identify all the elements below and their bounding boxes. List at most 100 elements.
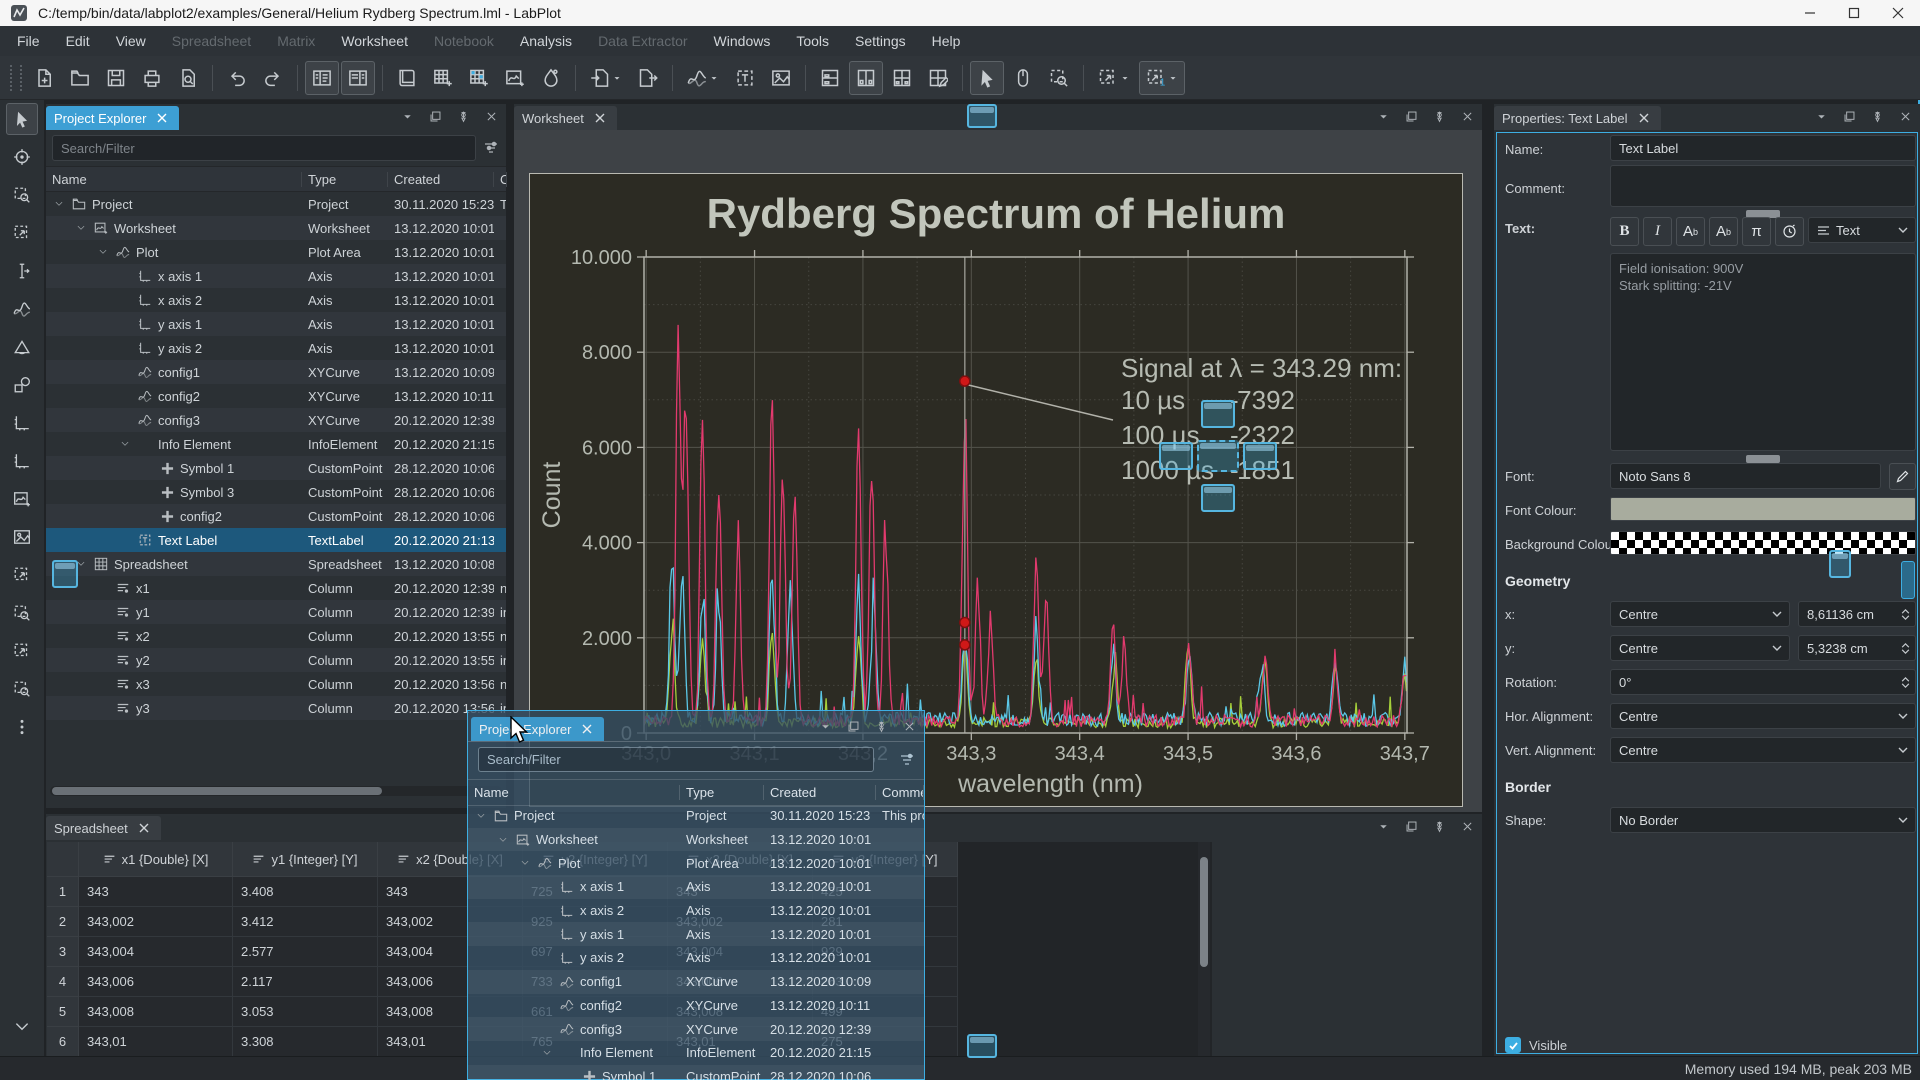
resize-grip[interactable] [1746, 455, 1780, 463]
tree-row-config2[interactable]: config2XYCurve13.12.2020 10:11 [46, 384, 506, 408]
add-curve-tool-button[interactable] [6, 293, 38, 325]
save-project-button[interactable] [99, 61, 133, 95]
dock-close-icon[interactable] [482, 107, 500, 125]
subscript-button[interactable]: Ab [1709, 217, 1738, 246]
row-number[interactable]: 6 [47, 1027, 79, 1057]
menu-settings[interactable]: Settings [842, 26, 919, 56]
navigate-button[interactable] [1006, 61, 1040, 95]
column-header-name[interactable]: Name [46, 172, 302, 187]
tree-row-x-axis-2[interactable]: x axis 2Axis13.12.2020 10:01 [46, 288, 506, 312]
crosshair-tool-button[interactable] [6, 141, 38, 173]
tree-row-y-axis-2[interactable]: y axis 2Axis13.12.2020 10:01 [468, 946, 924, 970]
add-region-tool-button[interactable] [6, 217, 38, 249]
filter-options-icon[interactable] [482, 139, 500, 157]
hor-alignment-select[interactable]: Centre [1610, 703, 1916, 729]
dock-menu-icon[interactable] [816, 717, 834, 735]
dock-menu-icon[interactable] [1374, 817, 1392, 835]
tree-row-config3[interactable]: config3XYCurve20.12.2020 12:39 [468, 1017, 924, 1041]
y-value-spinbox[interactable]: 5,3238 cm [1798, 635, 1916, 661]
tree-row-worksheet[interactable]: WorksheetWorksheet13.12.2020 10:01 [46, 216, 506, 240]
tree-header[interactable]: NameTypeCreatedComment [46, 166, 506, 192]
tree-row-x-axis-2[interactable]: x axis 2Axis13.12.2020 10:01 [468, 899, 924, 923]
new-spreadsheet-button[interactable] [426, 61, 460, 95]
tree-row-y2[interactable]: y2Column20.12.2020 13:55integer da [46, 648, 506, 672]
x-mode-select[interactable]: Centre [1610, 601, 1790, 627]
name-field[interactable]: Text Label [1610, 135, 1916, 161]
tree-row-config1[interactable]: config1XYCurve13.12.2020 10:09 [468, 970, 924, 994]
floating-search-input[interactable]: Search/Filter [478, 747, 874, 772]
dock-pin-icon[interactable] [454, 107, 472, 125]
shift-region-tool-button[interactable] [6, 673, 38, 705]
import-button[interactable] [583, 61, 629, 95]
menu-file[interactable]: File [4, 26, 53, 56]
horizontal-scrollbar[interactable] [50, 786, 502, 796]
tree-row-config2[interactable]: config2XYCurve13.12.2020 10:11 [468, 994, 924, 1018]
dock-close-icon[interactable] [1458, 817, 1476, 835]
horizontal-layout-button[interactable] [849, 61, 883, 95]
rotation-spinbox[interactable]: 0° [1610, 669, 1916, 695]
zoom-region-tool-button[interactable] [6, 179, 38, 211]
select-and-edit-button[interactable] [970, 61, 1004, 95]
tree-row-info-element[interactable]: Info ElementInfoElement20.12.2020 21:15 [468, 1041, 924, 1065]
sheet-cell[interactable]: 3.412 [233, 907, 378, 937]
tab-close-icon[interactable] [135, 819, 153, 837]
font-picker-button[interactable] [1889, 463, 1916, 490]
dock-pin-icon[interactable] [1868, 107, 1886, 125]
row-number[interactable]: 1 [47, 877, 79, 907]
dock-close-icon[interactable] [900, 717, 918, 735]
sheet-cell[interactable]: 343,006 [79, 967, 233, 997]
grid-layout-button[interactable] [885, 61, 919, 95]
tree-row-spreadsheet[interactable]: SpreadsheetSpreadsheet13.12.2020 10:08 [46, 552, 506, 576]
tree-row-y-axis-1[interactable]: y axis 1Axis13.12.2020 10:01 [46, 312, 506, 336]
menu-edit[interactable]: Edit [53, 26, 103, 56]
tree-row-symbol-1[interactable]: Symbol 1CustomPoint28.12.2020 10:06 [46, 456, 506, 480]
break-layout-button[interactable] [921, 61, 955, 95]
row-number[interactable]: 4 [47, 967, 79, 997]
tree-row-project[interactable]: ProjectProject30.11.2020 15:23This proje [46, 192, 506, 216]
more-tools-button[interactable] [6, 711, 38, 743]
tree-row-plot[interactable]: PlotPlot Area13.12.2020 10:01 [468, 851, 924, 875]
add-shapes-tool-button[interactable] [6, 369, 38, 401]
tree-row-x3[interactable]: x3Column20.12.2020 13:56numerical [46, 672, 506, 696]
column-header-comment[interactable]: Comment [494, 172, 507, 187]
add-text-cursor-tool-button[interactable] [6, 255, 38, 287]
toolbar-handle[interactable] [10, 65, 22, 91]
open-project-button[interactable] [63, 61, 97, 95]
sheet-cell[interactable]: 2.117 [233, 967, 378, 997]
tree-row-config2[interactable]: config2CustomPoint28.12.2020 10:06 [46, 504, 506, 528]
column-header-type[interactable]: Type [302, 172, 388, 187]
floating-project-explorer[interactable]: Project Explorer Search/Filter NameTypeC… [467, 710, 925, 1080]
sheet-cell[interactable]: 343 [79, 877, 233, 907]
tree-row-x-axis-1[interactable]: x axis 1Axis13.12.2020 10:01 [46, 264, 506, 288]
tree-row-x2[interactable]: x2Column20.12.2020 13:55numerical [46, 624, 506, 648]
dock-close-icon[interactable] [1458, 107, 1476, 125]
dock-menu-icon[interactable] [1374, 107, 1392, 125]
sheet-column-header[interactable]: y1 {Integer} [Y] [233, 842, 378, 877]
dock-menu-icon[interactable] [1812, 107, 1830, 125]
toolbar-expand-button[interactable] [6, 1011, 38, 1043]
menu-worksheet[interactable]: Worksheet [328, 26, 421, 56]
minimize-button[interactable] [1788, 0, 1832, 26]
x-value-spinbox[interactable]: 8,61136 cm [1798, 601, 1916, 627]
new-datapicker-button[interactable] [534, 61, 568, 95]
tab-close-icon[interactable] [153, 109, 171, 127]
dock-menu-icon[interactable] [398, 107, 416, 125]
properties-scrollbar[interactable] [1901, 561, 1915, 599]
menu-view[interactable]: View [103, 26, 159, 56]
row-number[interactable]: 3 [47, 937, 79, 967]
tab-spreadsheet[interactable]: Spreadsheet [46, 816, 161, 840]
tree-row-project[interactable]: ProjectProject30.11.2020 15:23This proje [468, 804, 924, 828]
tab-project-explorer[interactable]: Project Explorer [46, 106, 179, 130]
new-workbook-button[interactable] [390, 61, 424, 95]
sheet-cell[interactable]: 343,008 [79, 997, 233, 1027]
dock-float-icon[interactable] [1402, 107, 1420, 125]
tree-row-x1[interactable]: x1Column20.12.2020 12:39numerical [46, 576, 506, 600]
new-worksheet-button[interactable] [498, 61, 532, 95]
new-project-button[interactable] [27, 61, 61, 95]
column-header-created[interactable]: Created [388, 172, 494, 187]
sheet-cell[interactable]: 3.308 [233, 1027, 378, 1057]
tree-row-x-axis-1[interactable]: x axis 1Axis13.12.2020 10:01 [468, 875, 924, 899]
tree-row-y-axis-2[interactable]: y axis 2Axis13.12.2020 10:01 [46, 336, 506, 360]
add-plot-frame-tool-button[interactable] [6, 483, 38, 515]
tree-row-y3[interactable]: y3Column20.12.2020 13:56integer da [46, 696, 506, 720]
